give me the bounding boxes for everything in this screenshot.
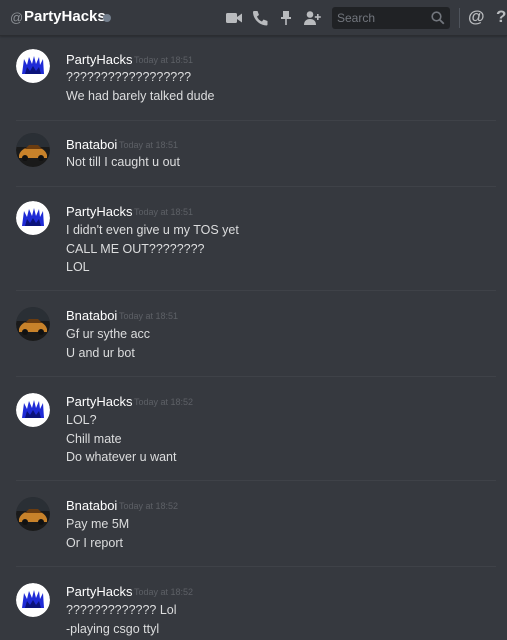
- status-indicator: [103, 14, 111, 22]
- message-text: Or I report: [66, 536, 123, 550]
- message-timestamp: Today at 18:51: [134, 207, 194, 217]
- avatar[interactable]: [16, 393, 50, 427]
- header-divider: [459, 8, 460, 28]
- message-text: Chill mate: [66, 432, 122, 446]
- message-text: Gf ur sythe acc: [66, 327, 151, 341]
- message-divider: [16, 376, 496, 377]
- avatar[interactable]: [16, 497, 50, 531]
- message-divider: [16, 186, 496, 187]
- message-timestamp: Today at 18:52: [134, 397, 194, 407]
- message-timestamp: Today at 18:51: [134, 55, 194, 65]
- message-text: Not till I caught u out: [66, 155, 180, 169]
- message-text: Do whatever u want: [66, 450, 177, 464]
- message-author[interactable]: Bnataboi: [66, 498, 117, 513]
- help-icon[interactable]: ?: [496, 7, 506, 27]
- avatar[interactable]: [16, 133, 50, 167]
- at-icon: @: [10, 10, 24, 25]
- message-author[interactable]: Bnataboi: [66, 308, 117, 323]
- message-author[interactable]: PartyHacks: [66, 394, 132, 409]
- message-timestamp: Today at 18:51: [119, 140, 179, 150]
- message-text: LOL: [66, 260, 90, 274]
- message-text: LOL?: [66, 413, 97, 427]
- search-input[interactable]: [332, 7, 428, 29]
- avatar[interactable]: [16, 201, 50, 235]
- voice-call-icon[interactable]: [250, 8, 270, 28]
- avatar[interactable]: [16, 583, 50, 617]
- message-author[interactable]: PartyHacks: [66, 204, 132, 219]
- avatar[interactable]: [16, 49, 50, 83]
- message-author[interactable]: Bnataboi: [66, 137, 117, 152]
- message-text: We had barely talked dude: [66, 89, 215, 103]
- message-text: ??????????????????: [66, 70, 192, 84]
- add-friend-icon[interactable]: [302, 8, 322, 28]
- message-text: U and ur bot: [66, 346, 135, 360]
- message-divider: [16, 290, 496, 291]
- message-author[interactable]: PartyHacks: [66, 52, 132, 67]
- message-text: Pay me 5M: [66, 517, 130, 531]
- search-icon[interactable]: [430, 10, 446, 26]
- message-text: I didn't even give u my TOS yet: [66, 223, 239, 237]
- video-call-icon[interactable]: [224, 8, 244, 28]
- message-text: ????????????? Lol: [66, 603, 177, 617]
- message-author[interactable]: PartyHacks: [66, 584, 132, 599]
- message-divider: [16, 120, 496, 121]
- channel-header: @ PartyHacks @ ?: [0, 0, 507, 36]
- message-divider: [16, 480, 496, 481]
- search-bar[interactable]: [332, 7, 450, 29]
- dm-recipient-name[interactable]: PartyHacks: [24, 8, 106, 25]
- message-timestamp: Today at 18:52: [134, 587, 194, 597]
- pin-icon[interactable]: [276, 8, 296, 28]
- message-timestamp: Today at 18:51: [119, 311, 179, 321]
- message-list[interactable]: PartyHacks Today at 18:51 ??????????????…: [0, 37, 507, 640]
- message-text: CALL ME OUT????????: [66, 242, 205, 256]
- avatar[interactable]: [16, 307, 50, 341]
- message-timestamp: Today at 18:52: [119, 501, 179, 511]
- message-divider: [16, 566, 496, 567]
- message-text: -playing csgo ttyl: [66, 622, 160, 636]
- mention-icon[interactable]: @: [468, 7, 485, 27]
